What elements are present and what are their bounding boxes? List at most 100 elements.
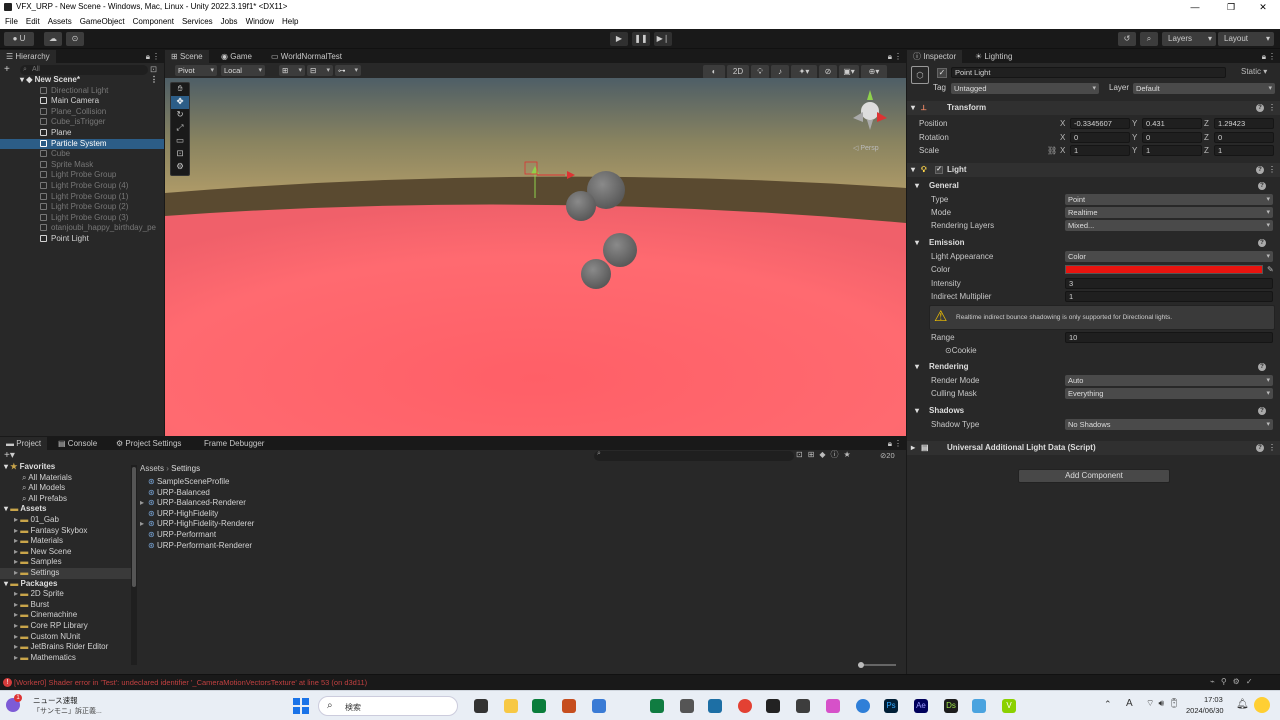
camera-settings-icon[interactable]: ▣▾ — [839, 65, 859, 79]
folder-item[interactable]: ⌕ All Prefabs — [0, 494, 132, 505]
taskview-icon[interactable] — [474, 699, 488, 713]
lock-icon[interactable]: 🔒︎ — [888, 437, 892, 450]
position-y-field[interactable]: 0.431 — [1142, 118, 1202, 129]
folder-item[interactable]: ▸ ▬ Custom NUnit — [0, 632, 132, 643]
hierarchy-search-input[interactable]: ⌕ All — [20, 65, 148, 75]
tab-lighting[interactable]: ☀ Lighting — [969, 50, 1018, 63]
tab-hierarchy[interactable]: ☰ Hierarchy — [0, 50, 56, 63]
add-icon[interactable]: + — [4, 64, 14, 75]
hierarchy-item[interactable]: otanjoubi_happy_birthday_pe — [0, 223, 164, 234]
notification-bell-icon[interactable]: 🔔︎ — [1236, 699, 1249, 710]
particle-sphere[interactable] — [603, 233, 637, 267]
tab-project-settings[interactable]: ⚙ Project Settings — [110, 437, 187, 450]
hierarchy-item[interactable]: Light Probe Group — [0, 170, 164, 181]
designer-icon[interactable]: Ds — [944, 699, 958, 713]
app-icon[interactable]: V — [1002, 699, 1016, 713]
collab-icon[interactable]: ⊙ — [66, 32, 84, 46]
excel-icon[interactable] — [532, 699, 546, 713]
rotation-x-field[interactable]: 0 — [1070, 131, 1130, 143]
hierarchy-item[interactable]: Light Probe Group (2) — [0, 202, 164, 213]
active-checkbox[interactable]: ✓ — [937, 68, 947, 78]
local-dropdown[interactable]: Local — [221, 65, 265, 76]
scrollbar-thumb[interactable] — [132, 467, 136, 587]
tab-world-normal-test[interactable]: ▭ WorldNormalTest — [265, 50, 348, 63]
zoom-slider[interactable] — [858, 662, 896, 668]
project-filter-icons[interactable]: ⊡⊞◆ⓘ★ — [796, 449, 856, 460]
more-icon[interactable]: ⋮ — [1268, 101, 1276, 115]
taskbar-search[interactable]: ⌕ 検索 — [318, 696, 458, 716]
project-search-input[interactable]: ⌕ — [594, 450, 794, 461]
pause-button[interactable]: ❚❚ — [632, 32, 650, 46]
scale-tool-icon[interactable]: ⤢ — [171, 122, 189, 135]
particle-sphere[interactable] — [581, 259, 611, 289]
folder-item[interactable]: ▸ ▬ Mathematics — [0, 653, 132, 664]
close-button[interactable]: ✕ — [1246, 0, 1280, 14]
folder-item[interactable]: ▸ ▬ Burst — [0, 600, 132, 611]
pivot-dropdown[interactable]: Pivot — [175, 65, 217, 76]
scale-z-field[interactable]: 1 — [1214, 145, 1274, 156]
tab-frame-debugger[interactable]: Frame Debugger — [198, 437, 270, 450]
light-enabled-checkbox[interactable]: ✓ — [935, 166, 943, 174]
lock-icon[interactable]: 🔒︎ — [888, 50, 892, 63]
clock-time[interactable]: 17:03 — [1204, 695, 1223, 704]
status-error-text[interactable]: [Worker0] Shader error in 'Test': undecl… — [14, 678, 367, 687]
render-mode-dropdown[interactable]: Auto — [1065, 375, 1273, 386]
rect-tool-icon[interactable]: ▭ — [171, 135, 189, 148]
layers-dropdown[interactable]: Layers ▾ — [1162, 32, 1216, 46]
lock-icon[interactable]: 🔒︎ — [146, 50, 150, 63]
folder-item[interactable]: ▸ ▬ 2D Sprite — [0, 589, 132, 600]
news-title[interactable]: ニュース速報 — [33, 695, 78, 706]
rotate-tool-icon[interactable]: ↻ — [171, 109, 189, 122]
help-icon[interactable]: ? — [1258, 182, 1266, 190]
asset-item[interactable]: ⊛ URP-HighFidelity — [140, 509, 254, 520]
folder-item[interactable]: ▸ ▬ 01_Gab — [0, 515, 132, 526]
more-icon[interactable]: ⋮ — [150, 75, 158, 86]
hierarchy-item[interactable]: Light Probe Group (3) — [0, 213, 164, 224]
scale-y-field[interactable]: 1 — [1142, 145, 1202, 156]
hierarchy-item[interactable]: Cube — [0, 149, 164, 160]
asset-item[interactable]: ⊛ URP-Balanced — [140, 488, 254, 499]
audio-toggle-icon[interactable]: ♪ — [771, 65, 789, 79]
perspective-label[interactable]: ◁ Persp — [853, 145, 879, 152]
layout-dropdown[interactable]: Layout ▾ — [1218, 32, 1274, 46]
light-header[interactable]: ▾ 💡︎ ✓ Light? ⋮ — [907, 163, 1280, 177]
app-icon[interactable] — [826, 699, 840, 713]
scrollbar[interactable] — [131, 465, 137, 665]
app-icon[interactable] — [972, 699, 986, 713]
rendering-layers-dropdown[interactable]: Mixed... — [1065, 220, 1273, 231]
asset-item[interactable]: ▸ ⊛ URP-HighFidelity-Renderer — [140, 519, 254, 530]
app-icon[interactable] — [592, 699, 606, 713]
grid-dropdown[interactable]: ⊟ — [307, 65, 333, 76]
more-icon[interactable]: ⋮ — [894, 437, 902, 450]
particle-sphere[interactable] — [566, 191, 596, 221]
help-icon[interactable]: ? — [1256, 104, 1264, 112]
menu-gameobject[interactable]: GameObject — [75, 14, 128, 29]
status-icons[interactable]: ⌁⚲⚙✓ — [1210, 677, 1259, 686]
hidden-objects-icon[interactable]: ⊘ — [819, 65, 837, 79]
folder-item[interactable]: ▸ ▬ Settings — [0, 567, 132, 579]
hand-tool-icon[interactable]: ✋︎ — [171, 83, 189, 96]
menu-file[interactable]: File — [0, 14, 21, 29]
hierarchy-item[interactable]: Particle System — [0, 138, 164, 150]
hierarchy-item[interactable]: Light Probe Group (4) — [0, 181, 164, 192]
input-language[interactable]: A — [1126, 698, 1133, 709]
tab-inspector[interactable]: ⓘ Inspector — [907, 50, 963, 63]
shadows-section[interactable]: ▾ Shadows? — [907, 404, 1280, 418]
folder-group-assets[interactable]: ▾ ▬ Assets — [0, 504, 132, 515]
hierarchy-item[interactable]: Plane_Collision — [0, 107, 164, 118]
spreadsheet-icon[interactable] — [650, 699, 664, 713]
folder-item[interactable]: ▸ ▬ Samples — [0, 557, 132, 568]
hierarchy-item[interactable]: Light Probe Group (1) — [0, 192, 164, 203]
gizmos-dropdown[interactable]: ⊕▾ — [861, 65, 887, 79]
light-appearance-dropdown[interactable]: Color — [1065, 251, 1273, 262]
folder-item[interactable]: ⌕ All Materials — [0, 473, 132, 484]
color-swatch[interactable] — [1065, 265, 1263, 274]
2d-toggle[interactable]: 2D — [727, 65, 749, 79]
emission-section[interactable]: ▾ Emission? — [907, 236, 1280, 250]
move-tool-icon[interactable]: ✥ — [171, 96, 189, 109]
search-icon[interactable]: ⌕ — [1140, 32, 1158, 46]
indirect-multiplier-field[interactable]: 1 — [1065, 291, 1273, 302]
browser-icon[interactable] — [856, 699, 870, 713]
effects-dropdown[interactable]: ✦▾ — [791, 65, 817, 79]
draw-mode-button[interactable]: ◐ — [703, 65, 725, 79]
